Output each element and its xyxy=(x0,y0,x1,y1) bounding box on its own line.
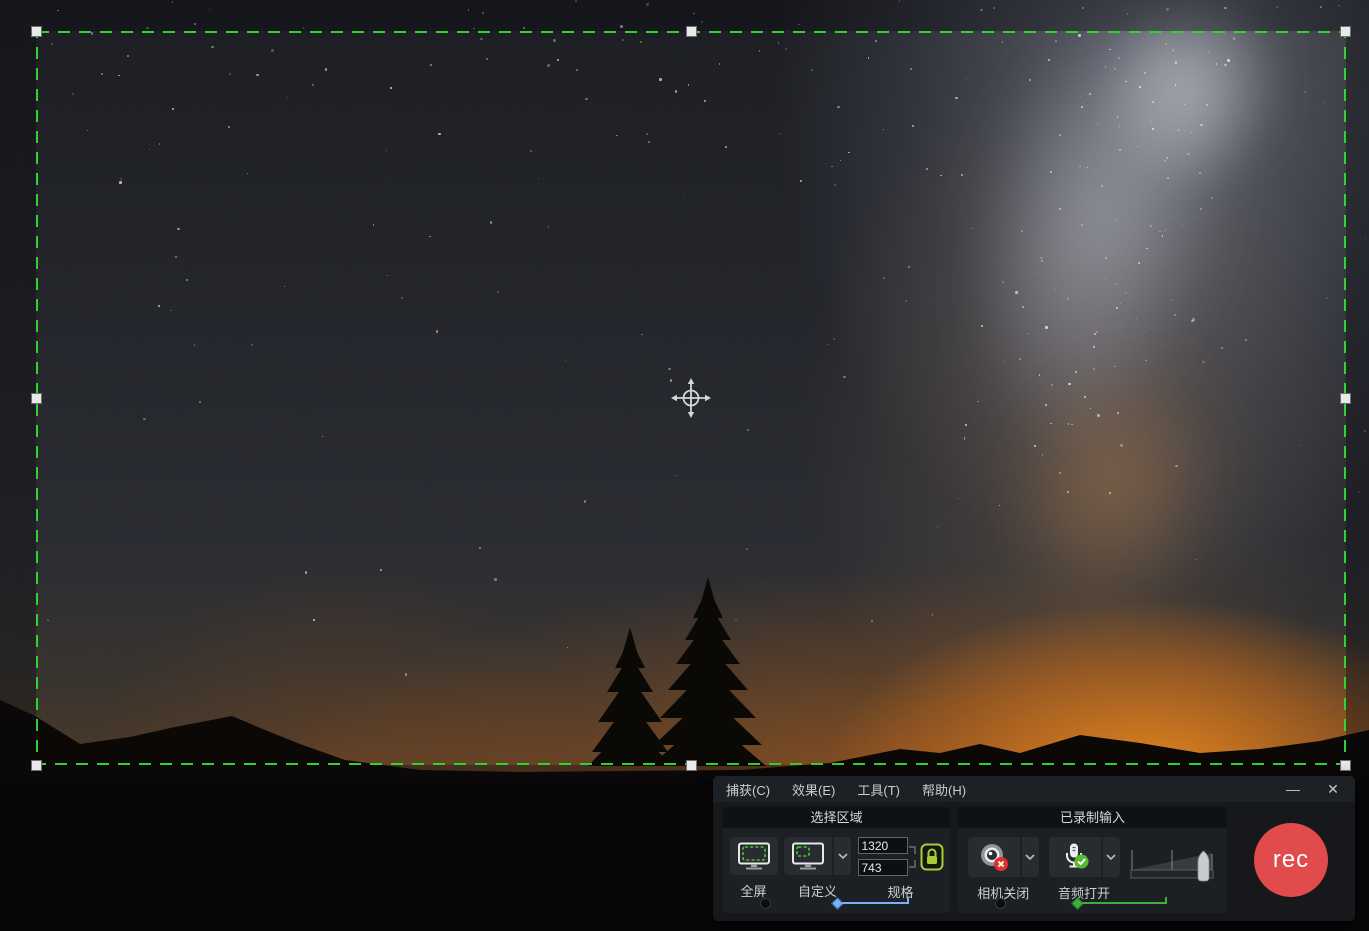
menu-effects[interactable]: 效果(E) xyxy=(792,780,835,799)
monitor-fullscreen-icon xyxy=(737,842,771,871)
fullscreen-button[interactable] xyxy=(730,837,778,875)
inputs-section-title: 已录制输入 xyxy=(958,807,1227,828)
region-section-title: 选择区域 xyxy=(723,807,950,828)
audio-button[interactable] xyxy=(1049,837,1101,877)
height-input[interactable] xyxy=(858,859,908,876)
selection-handle-bottom-right[interactable] xyxy=(1340,760,1351,771)
selection-handle-bottom-center[interactable] xyxy=(686,760,697,771)
audio-marker-line xyxy=(1082,902,1167,904)
record-button[interactable]: rec xyxy=(1254,823,1328,897)
audio-marker-tick xyxy=(1165,897,1167,904)
selection-handle-top-right[interactable] xyxy=(1340,26,1351,37)
lock-icon[interactable] xyxy=(920,843,944,871)
audio-level-meter[interactable] xyxy=(1129,844,1217,886)
menu-capture[interactable]: 捕获(C) xyxy=(726,780,770,799)
menu-tools[interactable]: 工具(T) xyxy=(857,780,900,799)
region-markers xyxy=(723,897,950,909)
fullscreen-marker xyxy=(760,898,771,909)
selection-handle-top-left[interactable] xyxy=(31,26,42,37)
selection-handle-bottom-left[interactable] xyxy=(31,760,42,771)
custom-marker-tick xyxy=(907,897,909,904)
webcam-off-icon xyxy=(978,841,1010,873)
inputs-markers xyxy=(958,897,1227,909)
chevron-down-icon xyxy=(1106,854,1116,860)
menu-bar: 捕获(C) 效果(E) 工具(T) 帮助(H) — ✕ xyxy=(713,776,1355,802)
camera-marker xyxy=(995,898,1006,909)
recorder-panel: 捕获(C) 效果(E) 工具(T) 帮助(H) — ✕ 选择区域 xyxy=(713,776,1355,921)
fullscreen-tool: 全屏 xyxy=(730,837,778,900)
menu-help[interactable]: 帮助(H) xyxy=(922,780,966,799)
selection-handle-top-center[interactable] xyxy=(686,26,697,37)
audio-dropdown[interactable] xyxy=(1103,837,1120,877)
lock-connector xyxy=(908,838,920,876)
inputs-section: 已录制输入 xyxy=(958,807,1227,913)
width-input[interactable] xyxy=(858,837,908,854)
selection-handle-middle-right[interactable] xyxy=(1340,393,1351,404)
camera-dropdown[interactable] xyxy=(1022,837,1039,877)
custom-marker-line xyxy=(842,902,908,904)
camera-tool: 相机关闭 xyxy=(968,837,1039,902)
panel-body: 选择区域 全屏 xyxy=(713,802,1355,919)
move-cursor-icon[interactable] xyxy=(669,376,713,420)
custom-region-button[interactable] xyxy=(784,837,832,875)
audio-tool: 音频打开 xyxy=(1049,837,1120,902)
microphone-on-icon xyxy=(1059,841,1091,873)
custom-region-dropdown[interactable] xyxy=(834,837,851,875)
monitor-custom-icon xyxy=(791,842,825,871)
chevron-down-icon xyxy=(1025,854,1035,860)
custom-region-tool: 自定义 xyxy=(784,837,851,900)
spec-tool: 规格 xyxy=(858,837,944,901)
camera-button[interactable] xyxy=(968,837,1020,877)
region-section: 选择区域 全屏 xyxy=(723,807,950,913)
close-button[interactable]: ✕ xyxy=(1324,780,1342,798)
record-area: rec xyxy=(1235,807,1347,913)
minimize-button[interactable]: — xyxy=(1284,780,1302,798)
chevron-down-icon xyxy=(838,853,848,859)
volume-slider-handle[interactable] xyxy=(1198,851,1209,881)
selection-handle-middle-left[interactable] xyxy=(31,393,42,404)
